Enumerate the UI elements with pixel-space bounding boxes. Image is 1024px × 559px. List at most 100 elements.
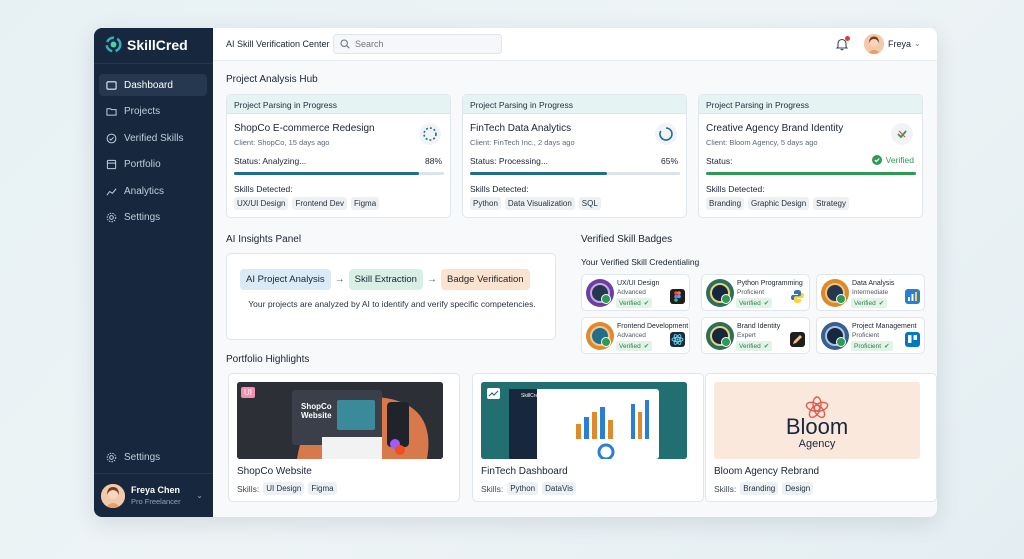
portfolio-title: Bloom Agency Rebrand (714, 466, 820, 477)
project-card[interactable]: Project Parsing in Progress FinTech Data… (462, 94, 687, 218)
skill-chip[interactable]: Strategy (813, 197, 849, 210)
skill-chip[interactable]: Branding (740, 482, 779, 495)
portfolio-title: ShopCo Website (237, 466, 312, 477)
verified-tag: Proficient ✔ (851, 341, 893, 351)
project-card-header: Project Parsing in Progress (463, 95, 686, 114)
skill-chip[interactable]: Figma (308, 482, 337, 495)
check-icon: ✔ (763, 300, 770, 307)
badge-emblem (821, 322, 849, 350)
verified-tag: Verified ✔ (616, 341, 653, 351)
sidebar-item-dashboard[interactable]: Dashboard (99, 74, 207, 96)
check-icon (836, 294, 846, 304)
badge-name: Brand Identity (737, 323, 781, 330)
portfolio-title: FinTech Dashboard (481, 466, 568, 477)
verified-tag: Verified ✔ (616, 298, 653, 308)
verified-label: Verified (885, 155, 914, 165)
bloom-logo-text: Bloom (785, 414, 849, 439)
skill-chip[interactable]: DataVis (542, 482, 576, 495)
skill-badge[interactable]: Brand Identity Expert Verified ✔ (701, 317, 810, 354)
figma-icon (670, 289, 685, 304)
skill-chip[interactable]: Branding (706, 197, 745, 210)
skill-chip[interactable]: SQL (578, 197, 601, 210)
project-status: Status: Analyzing... (234, 156, 307, 166)
portfolio-skills: Skills: Python DataVis (481, 482, 576, 495)
project-card[interactable]: Project Parsing in Progress Creative Age… (698, 94, 923, 218)
progress-fill (706, 172, 916, 175)
trello-icon (905, 332, 920, 347)
skills-label: Skills Detected: (234, 184, 293, 194)
check-icon: ✔ (763, 343, 770, 350)
arrow-right-icon: → (334, 274, 345, 285)
skill-chips: Python Data Visualization SQL (470, 197, 601, 210)
skill-badge[interactable]: Frontend Development Advanced Verified ✔ (581, 317, 690, 354)
search-box[interactable] (333, 34, 502, 54)
sidebar-item-analytics[interactable]: Analytics (99, 180, 207, 202)
user-avatar[interactable] (864, 34, 884, 54)
check-circle-icon (106, 133, 117, 143)
badge-name: Project Management (852, 323, 917, 330)
skill-chip[interactable]: Graphic Design (748, 197, 810, 210)
check-icon (721, 337, 731, 347)
sidebar-bottom-settings[interactable]: Settings (99, 446, 207, 468)
skill-chip[interactable]: Data Visualization (504, 197, 575, 210)
project-status: Status: (706, 156, 733, 166)
project-client: Client: Bloom Agency, 5 days ago (706, 138, 818, 147)
profile-switcher[interactable]: Freya Chen Pro Freelancer ⌄ (94, 473, 213, 517)
project-card-header: Project Parsing in Progress (699, 95, 922, 114)
check-icon: ✔ (878, 300, 885, 307)
flow-step-extraction: Skill Extraction (348, 269, 423, 290)
sidebar-item-projects[interactable]: Projects (99, 101, 207, 123)
badge-emblem (586, 279, 614, 307)
brand-logo-icon (105, 36, 122, 53)
check-circle-icon (871, 155, 882, 165)
user-name[interactable]: Freya (888, 39, 911, 49)
skills-label: Skills: (481, 483, 504, 494)
section-title-badges: Verified Skill Badges (581, 234, 673, 245)
brand[interactable]: SkillCred (105, 36, 188, 53)
skill-chip[interactable]: UI Design (263, 482, 305, 495)
project-title: ShopCo E-commerce Redesign (234, 123, 375, 134)
badge-level: Advanced (617, 332, 646, 339)
skill-chip[interactable]: Python (470, 197, 501, 210)
skill-badge[interactable]: Python Programming Proficient Verified ✔ (701, 274, 810, 311)
skill-chip[interactable]: Design (782, 482, 814, 495)
progress-fill (470, 172, 607, 175)
skill-chip[interactable]: Frontend Dev (292, 197, 347, 210)
chart-line-icon (106, 187, 117, 195)
project-client: Client: FinTech Inc., 2 days ago (470, 138, 575, 147)
skill-badge[interactable]: UX/UI Design Advanced Verified ✔ (581, 274, 690, 311)
sidebar-item-verified-skills[interactable]: Verified Skills (99, 127, 207, 149)
badge-name: Python Programming (737, 280, 803, 287)
badge-emblem (706, 279, 734, 307)
skills-label: Skills Detected: (470, 184, 529, 194)
project-client: Client: ShopCo, 15 days ago (234, 138, 330, 147)
verified-status: Verified (871, 155, 914, 165)
arrow-right-icon: → (426, 274, 437, 285)
sidebar-item-portfolio[interactable]: Portfolio (99, 154, 207, 176)
project-title: FinTech Data Analytics (470, 123, 572, 134)
portfolio-skills: Skills: UI Design Figma (237, 482, 337, 495)
portfolio-card[interactable]: UI ShopCo Website ShopCo Website Skills:… (228, 373, 460, 502)
portfolio-card[interactable]: SkillCred FinTech Dashboard Skills: Pyth… (472, 373, 704, 502)
sidebar-nav: Dashboard Projects Verified Skills Portf… (99, 74, 207, 233)
badges-subtitle: Your Verified Skill Credentialing (581, 257, 700, 267)
skill-chip[interactable]: Python (507, 482, 539, 495)
skill-badge[interactable]: Data Analysis Intermediate Verified ✔ (816, 274, 925, 311)
topbar: AI Skill Verification Center Freya ⌄ (213, 28, 937, 61)
skill-chip[interactable]: Figma (350, 197, 380, 210)
project-title: Creative Agency Brand Identity (706, 123, 844, 134)
brand-name: SkillCred (127, 36, 188, 53)
mock-brand: SkillCred (521, 393, 542, 399)
skill-chip[interactable]: UX/UI Design (234, 197, 289, 210)
avatar (101, 483, 125, 508)
search-input[interactable] (355, 39, 495, 49)
skills-label: Skills Detected: (706, 184, 765, 194)
skill-badge[interactable]: Project Management Proficient Proficient… (816, 317, 925, 354)
portfolio-card[interactable]: Bloom Agency Bloom Agency Rebrand Skills… (705, 373, 937, 502)
sidebar-item-settings[interactable]: Settings (99, 207, 207, 229)
verified-tag-label: Verified (619, 342, 641, 350)
check-icon: ✔ (884, 343, 890, 350)
project-card[interactable]: Project Parsing in Progress ShopCo E-com… (226, 94, 451, 218)
chevron-down-icon[interactable]: ⌄ (914, 39, 921, 48)
project-card-header: Project Parsing in Progress (227, 95, 450, 114)
